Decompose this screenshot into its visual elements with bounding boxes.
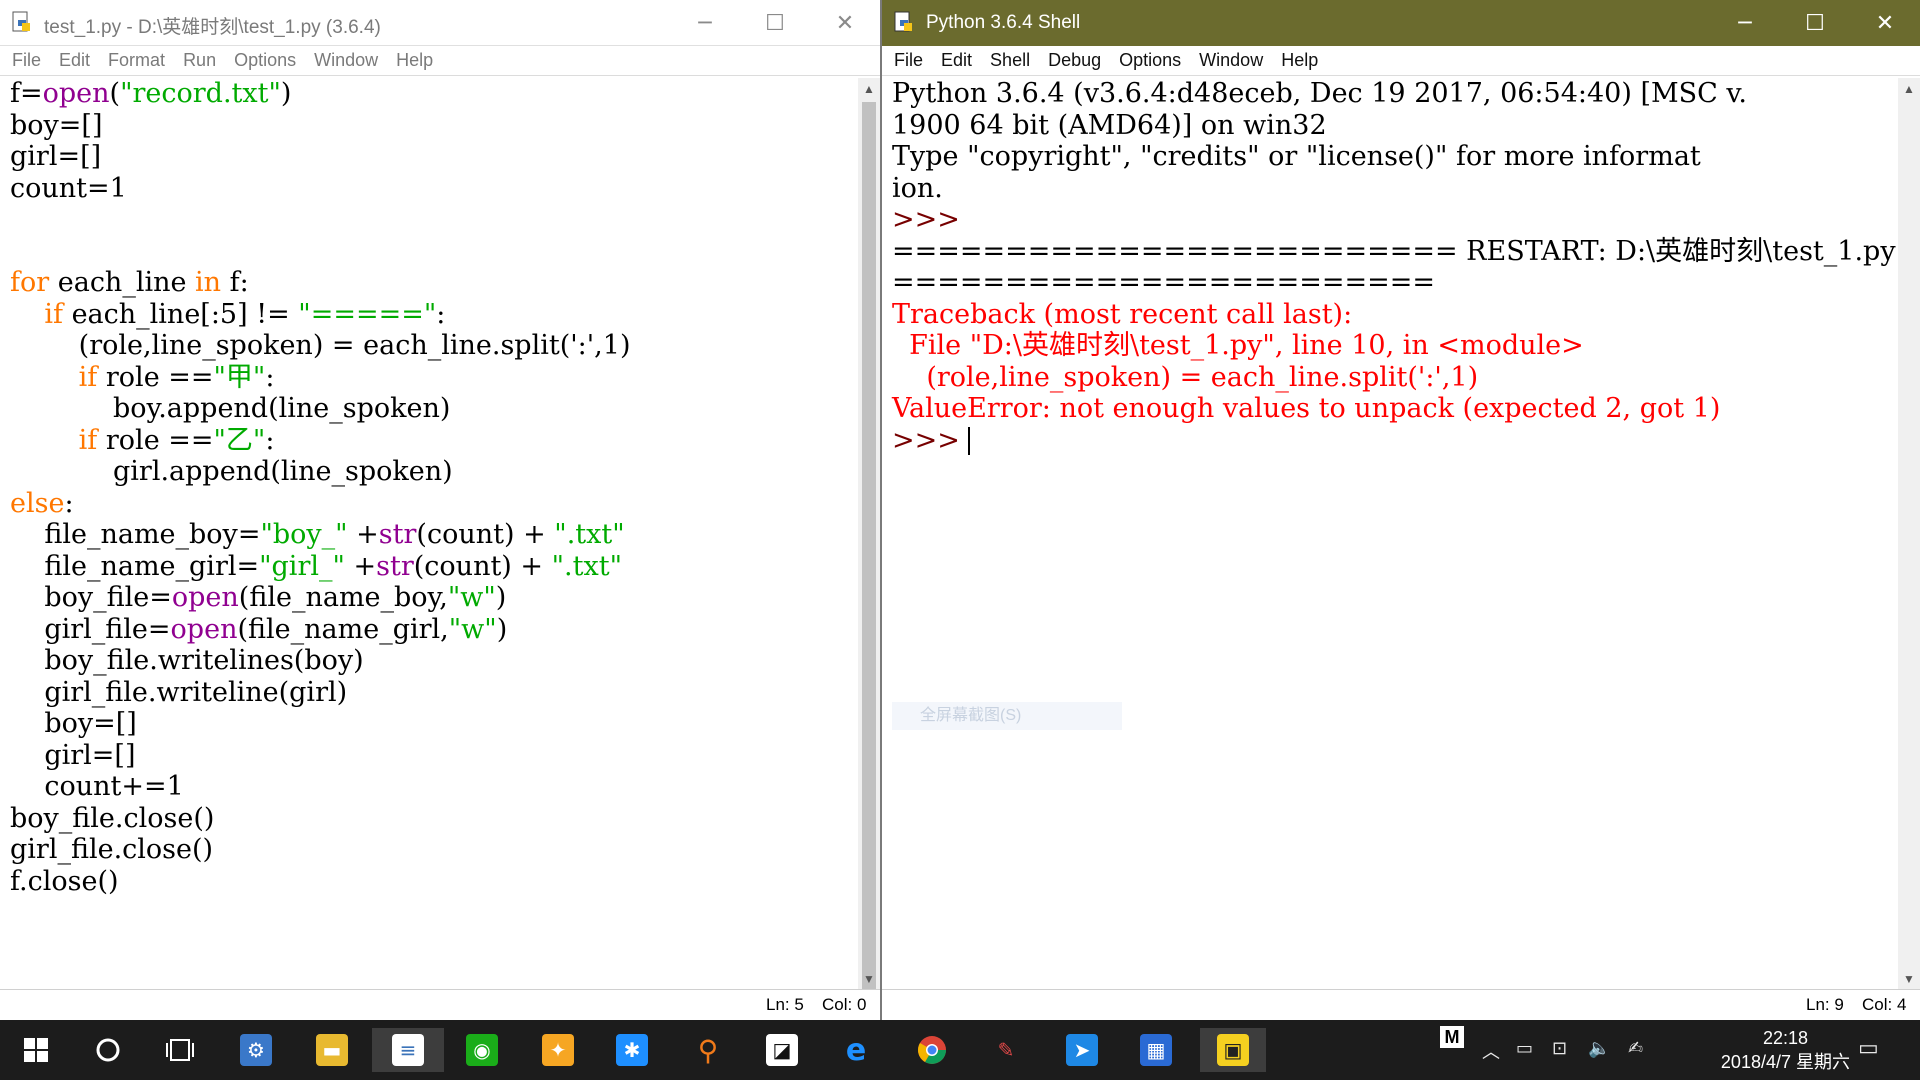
menu-run[interactable]: Run (183, 50, 216, 71)
minimize-button[interactable]: ─ (1710, 0, 1780, 46)
clock-time: 22:18 (1762, 1028, 1808, 1048)
editor-title: test_1.py - D:\英雄时刻\test_1.py (3.6.4) (44, 17, 381, 38)
shell-titlebar[interactable]: Python 3.6.4 Shell ─ ☐ ✕ (882, 0, 1920, 46)
feishu-icon[interactable]: ➤ (1060, 1028, 1104, 1072)
cortana-icon[interactable] (86, 1028, 130, 1072)
code-editor[interactable]: f=open("record.txt") boy=[] girl=[] coun… (0, 78, 858, 990)
editor-window: test_1.py - D:\英雄时刻\test_1.py (3.6.4) ─ … (0, 0, 882, 1020)
start-icon[interactable] (14, 1028, 58, 1072)
clock[interactable]: 22:18 2018/4/7 星期六 (1721, 1026, 1850, 1074)
scroll-down-arrow-icon[interactable]: ▼ (1898, 968, 1920, 990)
scroll-down-arrow-icon[interactable]: ▼ (858, 968, 880, 990)
battery-icon[interactable]: ▭ (1516, 1038, 1533, 1059)
close-button[interactable]: ✕ (810, 0, 880, 46)
menu-window[interactable]: Window (314, 50, 378, 71)
line-indicator: Ln: 5 (766, 995, 804, 1014)
shell-title: Python 3.6.4 Shell (926, 12, 1081, 33)
menu-debug[interactable]: Debug (1048, 50, 1101, 71)
line-indicator: Ln: 9 (1806, 995, 1844, 1014)
network-icon[interactable]: ⊡ (1552, 1038, 1567, 1059)
app-orange-icon[interactable]: ✦ (536, 1028, 580, 1072)
screenshot-tooltip-ghost: 全屏幕截图(S) (892, 702, 1122, 730)
maximize-button[interactable]: ☐ (1780, 0, 1850, 46)
editor-statusbar: Ln: 5 Col: 0 (0, 989, 880, 1020)
sticky-notes-icon[interactable]: ◪ (760, 1028, 804, 1072)
edge-icon[interactable]: e (834, 1028, 878, 1072)
editor-titlebar[interactable]: test_1.py - D:\英雄时刻\test_1.py (3.6.4) ─ … (0, 0, 880, 46)
shell-statusbar: Ln: 9 Col: 4 (882, 989, 1920, 1020)
editor-scrollbar[interactable]: ▲ ▼ (858, 78, 880, 1006)
menu-shell[interactable]: Shell (990, 50, 1030, 71)
shell-output[interactable]: Python 3.6.4 (v3.6.4:d48eceb, Dec 19 201… (882, 78, 1898, 990)
clock-date: 2018/4/7 星期六 (1720, 1052, 1850, 1072)
shell-menubar: File Edit Shell Debug Options Window Hel… (882, 46, 1920, 76)
python-icon (894, 11, 912, 32)
search-app-icon[interactable]: ⚲ (686, 1028, 730, 1072)
source-code[interactable]: f=open("record.txt") boy=[] girl=[] coun… (0, 78, 858, 897)
menu-window[interactable]: Window (1199, 50, 1263, 71)
scroll-up-arrow-icon[interactable]: ▲ (1898, 78, 1920, 100)
chrome-icon[interactable] (910, 1028, 954, 1072)
text-cursor (968, 427, 971, 455)
control-panel-icon[interactable]: ⚙ (234, 1028, 278, 1072)
menu-help[interactable]: Help (396, 50, 433, 71)
shell-scrollbar[interactable]: ▲ ▼ (1898, 78, 1920, 990)
column-indicator: Col: 4 (1862, 995, 1907, 1014)
volume-icon[interactable]: 🔈 (1588, 1038, 1610, 1059)
wechat-icon[interactable]: ◉ (460, 1028, 504, 1072)
menu-help[interactable]: Help (1281, 50, 1318, 71)
paint-icon[interactable]: ✎ (984, 1028, 1028, 1072)
shell-text[interactable]: Python 3.6.4 (v3.6.4:d48eceb, Dec 19 201… (882, 78, 1898, 456)
python-file-icon (12, 11, 30, 32)
task-view-icon[interactable] (158, 1028, 202, 1072)
menu-options[interactable]: Options (234, 50, 296, 71)
menu-edit[interactable]: Edit (941, 50, 972, 71)
menu-options[interactable]: Options (1119, 50, 1181, 71)
dingtalk-icon[interactable]: ✱ (610, 1028, 654, 1072)
ime-indicator[interactable]: M (1440, 1026, 1464, 1048)
maximize-button[interactable]: ☐ (740, 0, 810, 46)
taskbar: ⚙ ▬ ≡ ◉ ✦ ✱ ⚲ ◪ e ✎ ➤ ▦ ▣ M ︿ ▭ ⊡ 🔈 ✍ 22… (0, 1020, 1920, 1080)
close-button[interactable]: ✕ (1850, 0, 1920, 46)
minimize-button[interactable]: ─ (670, 0, 740, 46)
menu-edit[interactable]: Edit (59, 50, 90, 71)
pen-icon[interactable]: ✍ (1628, 1038, 1643, 1059)
file-explorer-icon[interactable]: ▬ (310, 1028, 354, 1072)
menu-format[interactable]: Format (108, 50, 165, 71)
shell-window: Python 3.6.4 Shell ─ ☐ ✕ File Edit Shell… (882, 0, 1920, 1020)
editor-menubar: File Edit Format Run Options Window Help (0, 46, 880, 76)
notification-icon[interactable]: ▭ (1858, 1036, 1879, 1061)
python-shell-icon[interactable]: ▣ (1200, 1028, 1266, 1072)
chevron-up-icon[interactable]: ︿ (1482, 1038, 1500, 1064)
menu-file[interactable]: File (12, 50, 41, 71)
scroll-up-arrow-icon[interactable]: ▲ (858, 78, 880, 100)
column-indicator: Col: 0 (822, 995, 867, 1014)
calculator-icon[interactable]: ▦ (1134, 1028, 1178, 1072)
idle-icon[interactable]: ≡ (372, 1028, 444, 1072)
menu-file[interactable]: File (894, 50, 923, 71)
scrollbar-thumb[interactable] (862, 102, 876, 1006)
